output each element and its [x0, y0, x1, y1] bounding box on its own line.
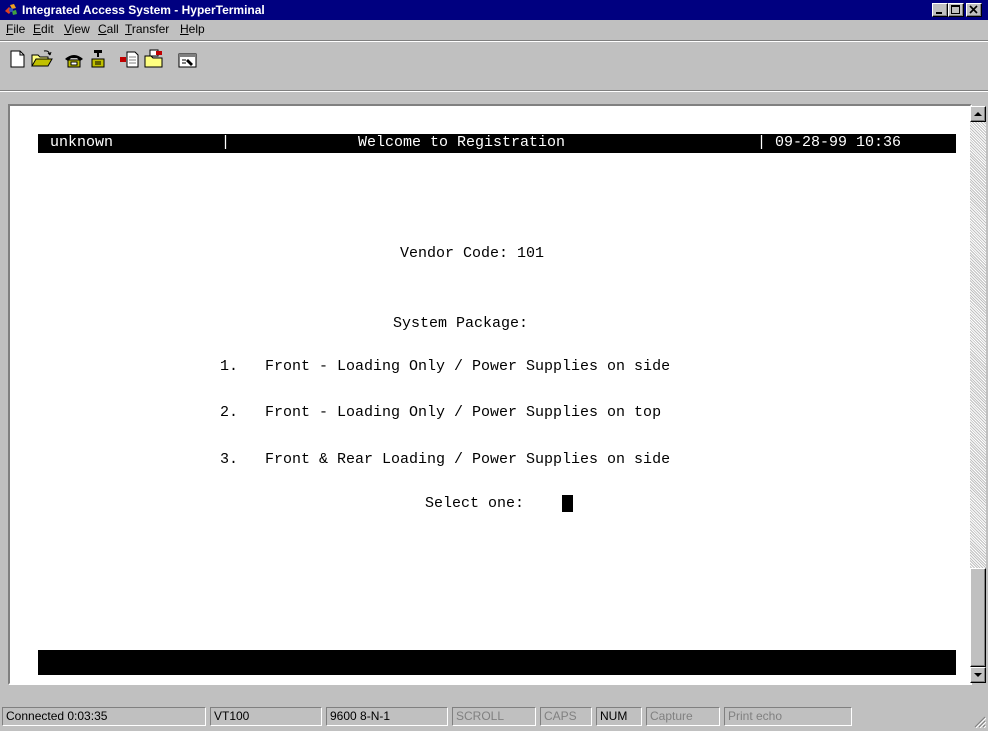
arrow-up-icon: [974, 112, 982, 116]
status-port-settings: 9600 8-N-1: [326, 707, 448, 726]
menu-transfer[interactable]: Transfer: [125, 22, 169, 37]
new-icon: [10, 50, 25, 68]
disconnect-icon: [91, 50, 105, 68]
maximize-button[interactable]: [948, 3, 964, 17]
connect-button[interactable]: [62, 48, 86, 70]
maximize-icon: [951, 5, 960, 14]
header-divider-left: |: [221, 134, 231, 151]
properties-button[interactable]: [176, 48, 200, 70]
arrow-down-icon: [974, 673, 982, 677]
resize-grip-icon[interactable]: [974, 716, 987, 729]
header-title: Welcome to Registration: [358, 134, 566, 151]
disconnect-button[interactable]: [86, 48, 110, 70]
status-print-echo: Print echo: [724, 707, 852, 726]
option-text: Front - Loading Only / Power Supplies on…: [265, 358, 671, 375]
open-button[interactable]: [30, 48, 54, 70]
option-text: Front & Rear Loading / Power Supplies on…: [265, 451, 671, 468]
close-button[interactable]: [966, 3, 982, 17]
scroll-thumb[interactable]: [970, 568, 986, 667]
status-scroll: SCROLL: [452, 707, 536, 726]
option-text: Front - Loading Only / Power Supplies on…: [265, 404, 662, 421]
hyperterminal-app-icon[interactable]: [3, 2, 19, 18]
title-bar[interactable]: Integrated Access System - HyperTerminal: [0, 0, 988, 20]
menu-call[interactable]: Call: [98, 22, 119, 37]
menu-help[interactable]: Help: [180, 22, 205, 37]
menu-edit[interactable]: Edit: [33, 22, 54, 37]
header-datetime: 09-28-99 10:36: [775, 134, 902, 151]
option-number: 1.: [220, 358, 239, 375]
properties-icon: [178, 53, 197, 68]
send-icon: [120, 51, 139, 68]
minimize-icon: [936, 12, 942, 14]
status-connected: Connected 0:03:35: [2, 707, 206, 726]
option-number: 2.: [220, 404, 239, 421]
option-number: 3.: [220, 451, 239, 468]
system-package-heading: System Package:: [393, 315, 529, 332]
select-prompt: Select one:: [425, 495, 525, 512]
header-host: unknown: [50, 134, 114, 151]
receive-button[interactable]: [142, 48, 166, 70]
status-bar: Connected 0:03:35 VT100 9600 8-N-1 SCROL…: [0, 704, 988, 731]
close-icon: [969, 5, 978, 14]
open-icon: [31, 50, 53, 67]
header-divider-right: |: [757, 134, 767, 151]
menu-bar: File Edit View Call Transfer Help: [0, 20, 988, 39]
scroll-down-button[interactable]: [970, 667, 986, 683]
status-num: NUM: [596, 707, 642, 726]
terminal-header-bar: unknown | Welcome to Registration | 09-2…: [38, 134, 956, 153]
menu-file[interactable]: File: [6, 22, 25, 37]
minimize-button[interactable]: [932, 3, 948, 17]
send-button[interactable]: [118, 48, 142, 70]
terminal-cursor: [562, 495, 573, 512]
scroll-up-button[interactable]: [970, 106, 986, 122]
terminal-screen[interactable]: unknown | Welcome to Registration | 09-2…: [10, 106, 970, 683]
connect-icon: [65, 55, 83, 68]
receive-icon: [144, 49, 163, 68]
status-caps: CAPS: [540, 707, 592, 726]
vertical-scrollbar[interactable]: [970, 106, 986, 683]
status-capture: Capture: [646, 707, 720, 726]
vendor-code-line: Vendor Code: 101: [400, 245, 545, 262]
window-title: Integrated Access System - HyperTerminal: [22, 3, 265, 17]
toolbar-bottom-divider: [0, 90, 988, 92]
status-emulation: VT100: [210, 707, 322, 726]
toolbar: [0, 42, 988, 74]
new-button[interactable]: [6, 48, 30, 70]
menu-view[interactable]: View: [64, 22, 90, 37]
terminal-bottom-bar: [38, 650, 956, 675]
